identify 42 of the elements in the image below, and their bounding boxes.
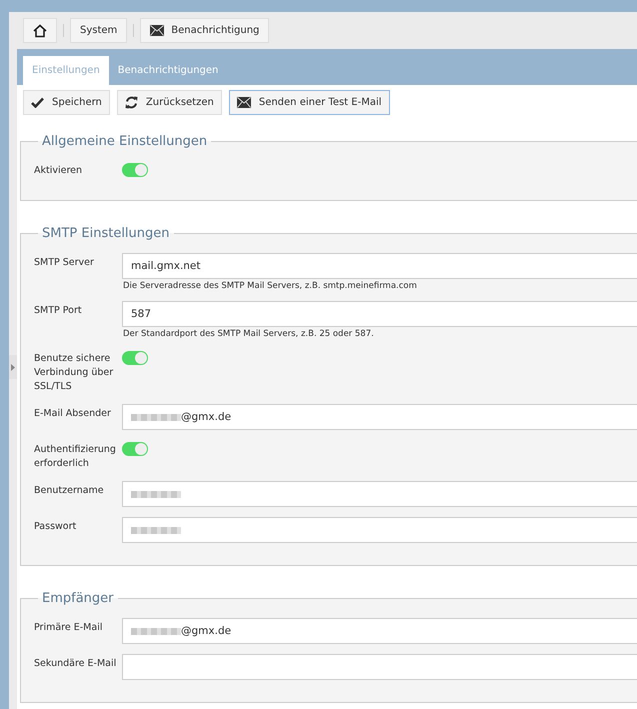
group-title: Allgemeine Einstellungen: [41, 134, 208, 149]
field-value: @gmx.de: [181, 411, 232, 423]
field-label: Benutzername: [34, 484, 105, 498]
breadcrumb-link[interactable]: Benachrichtigung: [140, 18, 270, 43]
text-field[interactable]: [122, 517, 637, 543]
field-hint: Der Standardport des SMTP Mail Servers, z.B. 25 oder 587.: [122, 328, 375, 339]
field-value: @gmx.de: [181, 625, 232, 637]
field-value: mail.gmx.net: [131, 260, 201, 272]
home-button[interactable]: [23, 18, 57, 43]
breadcrumb-link[interactable]: System: [70, 18, 128, 43]
field-label: Authentifizierung erforderlich: [34, 443, 117, 471]
text-field[interactable]: @gmx.de: [122, 404, 637, 430]
toolbar-button[interactable]: Senden einer Test E-Mail: [228, 90, 390, 115]
toolbar-button[interactable]: Zurücksetzen: [116, 90, 222, 115]
checkmark-icon: [31, 97, 44, 108]
text-field[interactable]: [122, 481, 637, 507]
envelope-icon: [150, 25, 164, 36]
field-label: SMTP Port: [34, 304, 83, 318]
field-label: E-Mail Absender: [34, 407, 112, 421]
text-field[interactable]: [122, 654, 637, 680]
field-label: Passwort: [34, 520, 78, 534]
toolbar-button[interactable]: Speichern: [23, 90, 110, 115]
refresh-icon: [124, 96, 138, 109]
field-value: 587: [131, 308, 152, 320]
field-label: Benutze sichere Verbindung über SSL/TLS: [34, 352, 114, 394]
field-hint: Die Serveradresse des SMTP Mail Servers, z.B. smtp.meinefirma.com: [122, 280, 418, 291]
toggle-switch[interactable]: [122, 351, 148, 365]
field-label: Aktivieren: [34, 164, 84, 178]
envelope-icon: [236, 97, 251, 108]
caret-icon: [11, 364, 15, 370]
toggle-switch[interactable]: [122, 163, 148, 177]
expand-panel-button[interactable]: [9, 355, 17, 379]
home-icon: [33, 24, 47, 38]
field-label: Sekundäre E-Mail: [34, 657, 118, 671]
text-field[interactable]: @gmx.de: [122, 618, 637, 644]
text-field[interactable]: mail.gmx.net: [122, 253, 637, 279]
group-title: Empfänger: [41, 591, 115, 606]
group-title: SMTP Einstellungen: [41, 226, 171, 241]
text-field[interactable]: 587: [122, 301, 637, 327]
toggle-switch[interactable]: [122, 442, 148, 456]
field-label: SMTP Server: [34, 256, 95, 270]
field-label: Primäre E-Mail: [34, 621, 104, 635]
